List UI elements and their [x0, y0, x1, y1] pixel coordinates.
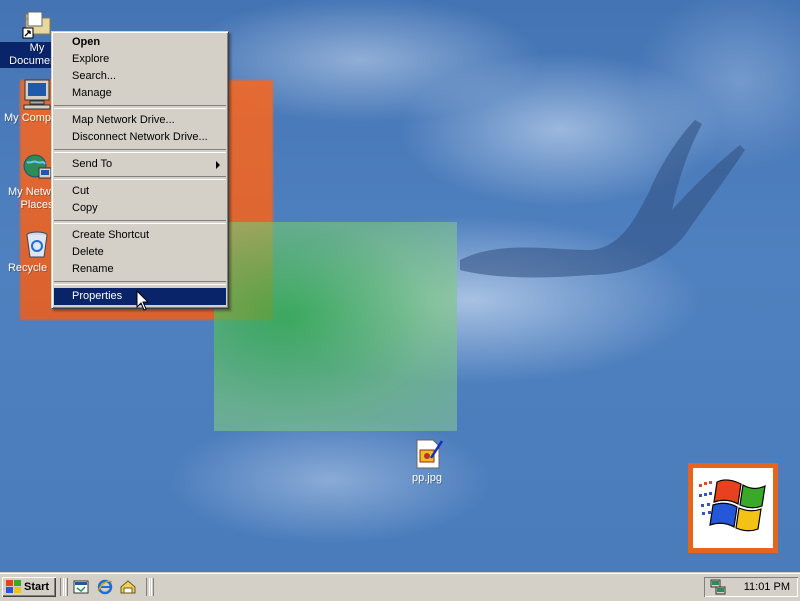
outlook-express-icon[interactable]	[120, 579, 136, 595]
task-area-grip[interactable]	[151, 578, 154, 596]
wallpaper-green-shape	[214, 222, 457, 431]
wallpaper-diver-silhouette	[460, 120, 745, 278]
start-label: Start	[24, 581, 50, 593]
menu-item-disconnect-network-drive[interactable]: Disconnect Network Drive...	[54, 129, 226, 146]
my-computer-icon	[21, 78, 53, 110]
menu-item-manage[interactable]: Manage	[54, 85, 226, 102]
desktop[interactable]: My Documents My Computer My Network Plac…	[0, 0, 800, 572]
menu-item-rename[interactable]: Rename	[54, 261, 226, 278]
internet-explorer-icon[interactable]	[97, 579, 113, 595]
menu-item-label: Send To	[72, 158, 113, 170]
my-documents-icon	[21, 8, 53, 40]
menu-item-explore[interactable]: Explore	[54, 51, 226, 68]
mouse-pointer-icon	[136, 290, 150, 311]
menu-item-cut[interactable]: Cut	[54, 183, 226, 200]
menu-separator	[54, 281, 226, 285]
network-places-icon	[21, 152, 53, 184]
menu-separator	[54, 176, 226, 180]
recycle-bin-icon	[21, 228, 53, 260]
submenu-arrow-icon	[216, 161, 220, 169]
system-tray: 11:01 PM	[704, 577, 798, 597]
quicklaunch-grip[interactable]	[65, 578, 68, 596]
taskbar-separator	[146, 578, 150, 596]
windows-logo-box	[688, 463, 778, 553]
menu-item-delete[interactable]: Delete	[54, 244, 226, 261]
menu-item-map-network-drive[interactable]: Map Network Drive...	[54, 112, 226, 129]
menu-item-copy[interactable]: Copy	[54, 200, 226, 217]
menu-item-open[interactable]: Open	[54, 34, 226, 51]
taskbar-separator	[60, 578, 64, 596]
network-connection-icon[interactable]	[710, 579, 726, 598]
menu-item-create-shortcut[interactable]: Create Shortcut	[54, 227, 226, 244]
menu-item-search[interactable]: Search...	[54, 68, 226, 85]
desktop-icon-pp-jpg[interactable]: pp.jpg	[390, 438, 464, 485]
menu-item-send-to[interactable]: Send To	[54, 156, 226, 173]
menu-separator	[54, 105, 226, 109]
show-desktop-icon[interactable]	[73, 579, 89, 595]
menu-separator	[54, 149, 226, 153]
start-button[interactable]: Start	[2, 577, 56, 597]
windows-flag-icon	[6, 580, 21, 593]
windows-flag-icon	[699, 479, 766, 532]
desktop-icon-label: pp.jpg	[412, 472, 442, 484]
context-menu: Open Explore Search... Manage Map Networ…	[51, 31, 229, 309]
menu-separator	[54, 220, 226, 224]
taskbar: Start 11:01 PM	[0, 572, 800, 601]
image-file-icon	[411, 438, 444, 470]
clock[interactable]: 11:01 PM	[744, 577, 790, 597]
